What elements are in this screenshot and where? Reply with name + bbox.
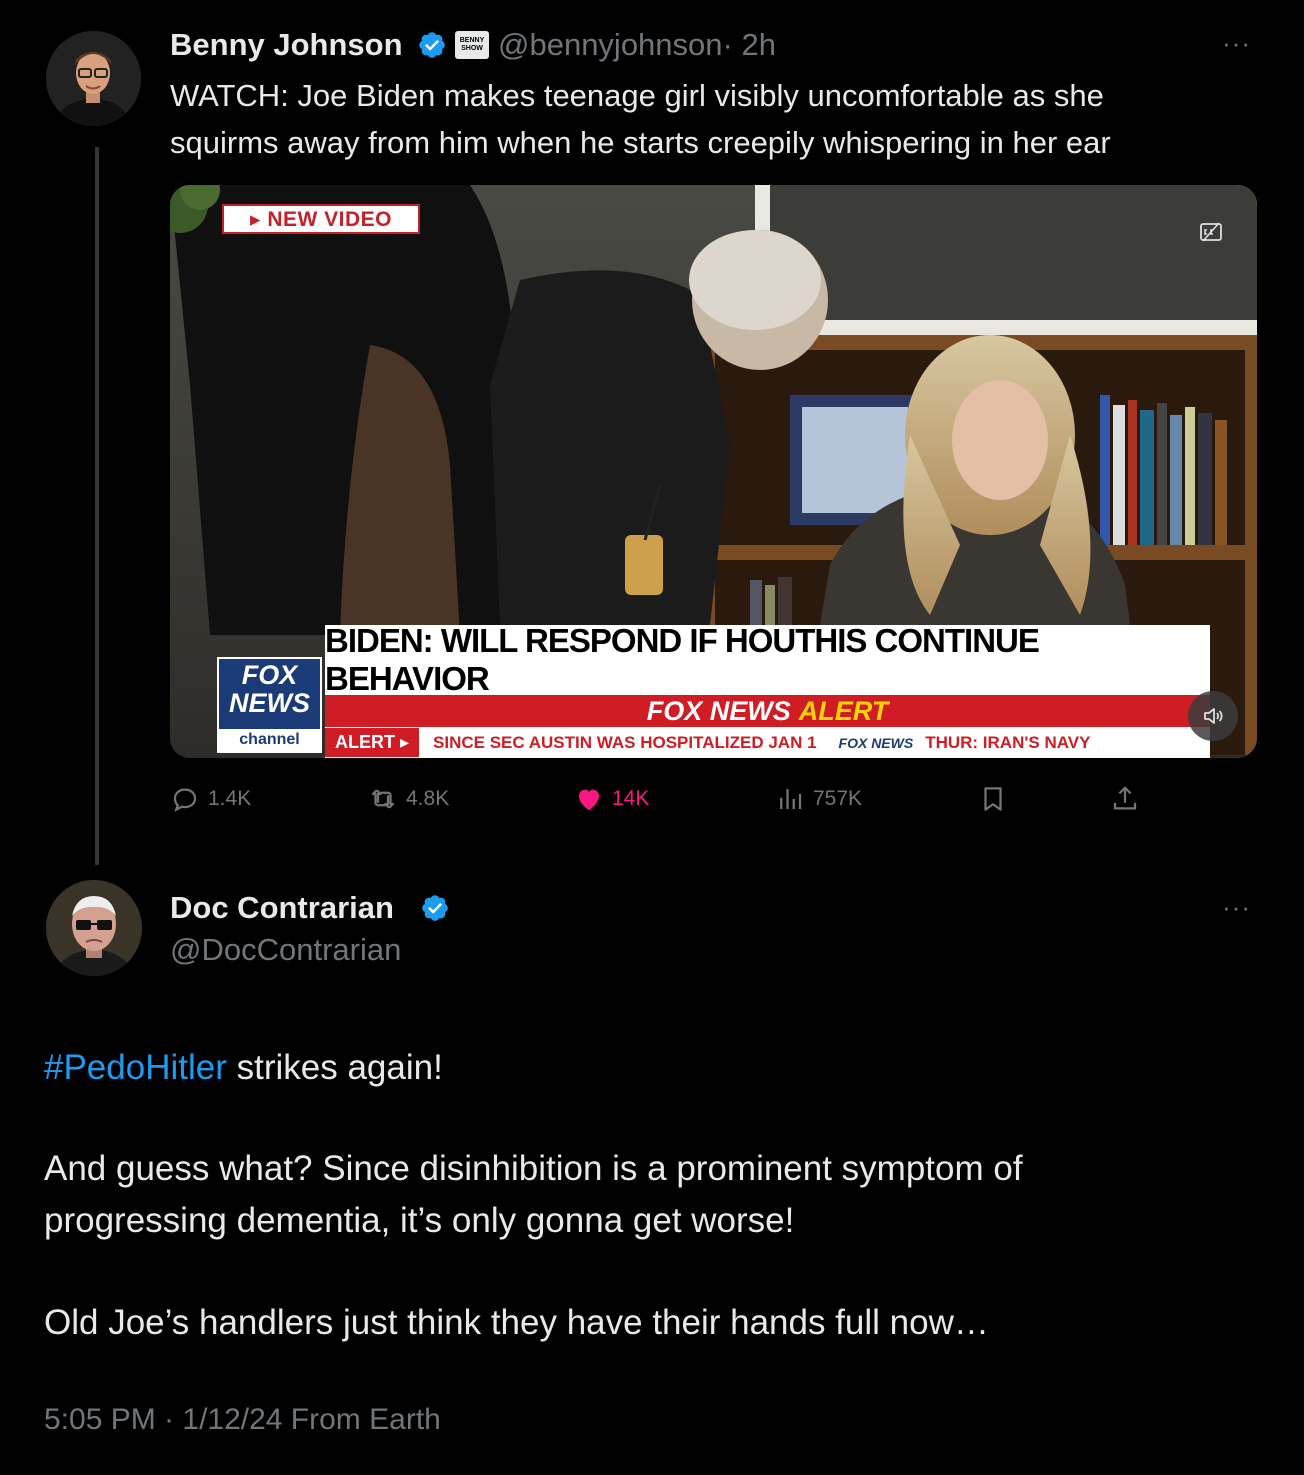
fox-news-logo: FOX NEWS channel <box>217 657 322 753</box>
news-ticker: ALERT ▸ SINCE SEC AUSTIN WAS HOSPITALIZE… <box>325 727 1210 758</box>
ticker-fox-logo: FOX NEWS <box>838 734 914 751</box>
tweet-actions: 1.4K 4.8K 14K 757K <box>170 782 1170 816</box>
reply-para2-line2: progressing dementia, it’s only gonna ge… <box>44 1201 795 1240</box>
avatar-benny-johnson[interactable] <box>46 31 141 126</box>
hashtag-link[interactable]: #PedoHitler <box>44 1048 227 1087</box>
post-timestamp[interactable]: 5:05 PM · 1/12/24 From Earth <box>44 1403 441 1437</box>
handle-text: @bennyjohnson <box>498 27 723 62</box>
more-options-icon[interactable]: ··· <box>1222 892 1251 923</box>
reply-author-handle[interactable]: @DocContrarian <box>170 932 401 968</box>
post-time[interactable]: · 2h <box>723 27 776 62</box>
speaker-icon <box>1204 708 1223 724</box>
views-icon <box>780 789 802 809</box>
tweet-body: WATCH: Joe Biden makes teenage girl visi… <box>170 72 1111 166</box>
more-options-icon[interactable]: ··· <box>1222 28 1251 59</box>
chyron-headline: BIDEN: WILL RESPOND IF HOUTHIS CONTINUE … <box>325 622 1210 697</box>
bookmark-icon <box>984 787 1002 811</box>
captions-button[interactable] <box>1186 207 1236 257</box>
share-button[interactable] <box>1110 782 1140 816</box>
author-handle[interactable]: @bennyjohnson· 2h <box>498 27 776 63</box>
ticker-label: ALERT ▸ <box>325 728 420 757</box>
reply-line-1-rest: strikes again! <box>226 1048 443 1087</box>
bookmark-button[interactable] <box>978 782 1008 816</box>
chyron-headline-text: BIDEN: WILL RESPOND IF HOUTHIS CONTINUE … <box>325 622 1040 697</box>
logo-fox: FOX <box>241 660 298 690</box>
repost-count: 4.8K <box>406 787 450 810</box>
new-video-label: ▸ NEW VIDEO <box>249 207 393 231</box>
affiliate-badge-text: BENNY SHOW <box>459 37 485 52</box>
affiliate-badge-icon[interactable]: BENNY SHOW <box>455 31 489 59</box>
captions-icon <box>1200 222 1222 242</box>
like-button[interactable]: 14K <box>574 782 649 816</box>
repost-icon <box>371 789 395 809</box>
logo-news: NEWS <box>229 688 310 718</box>
logo-channel: channel <box>219 729 320 751</box>
verified-badge-icon[interactable] <box>420 893 450 923</box>
reply-author-name[interactable]: Doc Contrarian <box>170 890 394 926</box>
avatar-image <box>46 31 141 126</box>
reply-count: 1.4K <box>208 787 252 810</box>
video-player[interactable]: ▸ NEW VIDEO FOX NEWS channel BIDEN: WILL… <box>170 185 1257 758</box>
reply-paragraph-3: Old Joe’s handlers just think they have … <box>44 1303 989 1342</box>
avatar-image <box>46 880 142 976</box>
reply-icon <box>173 788 197 812</box>
chyron-alert-bar: FOX NEWS ALERT <box>325 695 1210 727</box>
reply-button[interactable]: 1.4K <box>170 782 251 816</box>
avatar-doc-contrarian[interactable] <box>46 880 142 976</box>
share-icon <box>1113 786 1137 810</box>
alert-word: ALERT <box>798 695 889 726</box>
thread-connector-line <box>95 147 99 865</box>
tweet-text-line-1: WATCH: Joe Biden makes teenage girl visi… <box>170 78 1104 113</box>
alert-fox-news: FOX NEWS <box>646 695 791 726</box>
tweet-text-line-2: squirms away from him when he starts cre… <box>170 125 1111 160</box>
view-count: 757K <box>813 787 863 810</box>
heart-icon <box>579 789 599 811</box>
reply-paragraph-1: #PedoHitler strikes again! <box>44 1042 443 1094</box>
verified-badge-icon[interactable] <box>417 30 447 60</box>
reply-paragraph-2: And guess what? Since disinhibition is a… <box>44 1143 1023 1247</box>
ticker-text-2: THUR: IRAN'S NAVY <box>925 732 1091 752</box>
volume-button[interactable] <box>1188 691 1238 741</box>
new-video-tag: ▸ NEW VIDEO <box>222 204 420 234</box>
repost-button[interactable]: 4.8K <box>368 782 449 816</box>
ticker-text: SINCE SEC AUSTIN WAS HOSPITALIZED JAN 1 <box>433 732 817 752</box>
views-button[interactable]: 757K <box>775 782 862 816</box>
author-name[interactable]: Benny Johnson <box>170 27 403 63</box>
like-count: 14K <box>612 787 650 810</box>
reply-para2-line1: And guess what? Since disinhibition is a… <box>44 1149 1023 1188</box>
